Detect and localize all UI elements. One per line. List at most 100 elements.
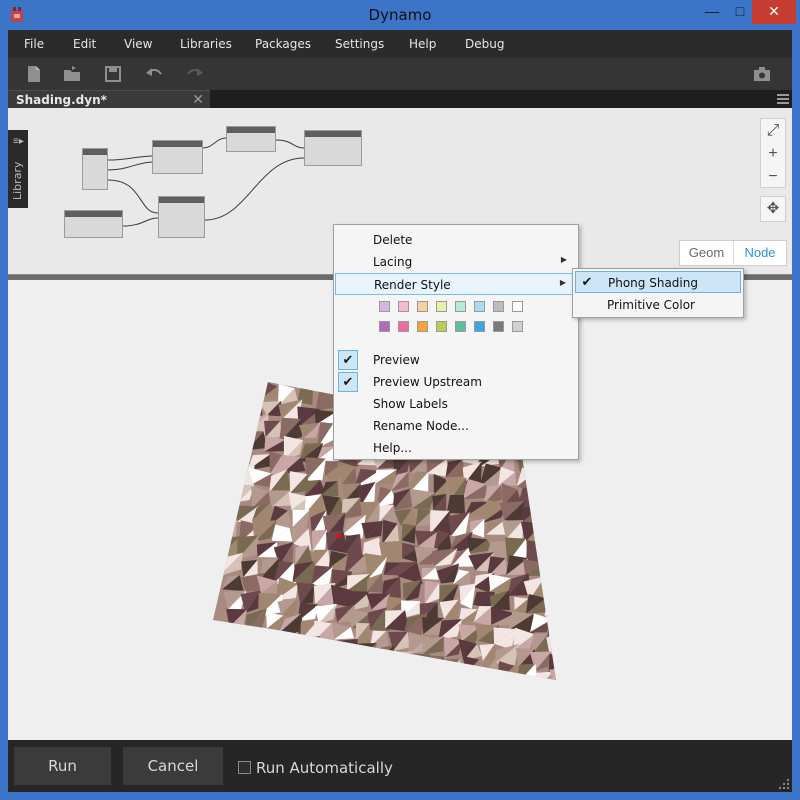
- minimize-button[interactable]: —: [698, 0, 726, 24]
- color-swatch[interactable]: [417, 321, 428, 332]
- save-icon[interactable]: [103, 64, 123, 84]
- undo-icon[interactable]: [144, 64, 164, 84]
- tab-menu-icon[interactable]: [776, 92, 790, 106]
- toolbar: [8, 58, 792, 90]
- color-swatch[interactable]: [379, 321, 390, 332]
- color-swatch[interactable]: [493, 301, 504, 312]
- terrain-facet: [555, 670, 556, 680]
- color-swatch[interactable]: [436, 321, 447, 332]
- terrain-facet: [574, 672, 589, 692]
- graph-node[interactable]: [152, 140, 203, 174]
- close-tab-icon[interactable]: ✕: [192, 91, 204, 108]
- color-swatch[interactable]: [512, 301, 523, 312]
- terrain-facet: [407, 670, 433, 680]
- redo-icon[interactable]: [185, 64, 205, 84]
- run-button[interactable]: Run: [14, 747, 111, 785]
- menu-item-label: Delete: [373, 233, 413, 247]
- cancel-button[interactable]: Cancel: [123, 747, 223, 785]
- menu-item-phong-shading[interactable]: ✔ Phong Shading: [575, 271, 741, 293]
- workspace[interactable]: ≡▸ Library ⤢ + − ✥ Geom Node Delete Laci…: [8, 108, 792, 740]
- terrain-facet: [301, 675, 323, 680]
- menu-item-show-labels[interactable]: Show Labels: [335, 393, 577, 415]
- menu-item-label: Help...: [373, 441, 412, 455]
- color-swatch[interactable]: [417, 301, 428, 312]
- menu-item-label: Lacing: [373, 255, 413, 269]
- color-swatch[interactable]: [474, 321, 485, 332]
- geom-view-button[interactable]: Geom: [680, 241, 734, 265]
- color-swatch[interactable]: [398, 301, 409, 312]
- terrain-facet: [356, 681, 377, 699]
- menu-item-label: Primitive Color: [607, 298, 695, 312]
- menu-item-delete[interactable]: Delete: [335, 229, 577, 251]
- terrain-facet: [351, 642, 377, 665]
- terrain-facet: [240, 383, 266, 398]
- menu-debug[interactable]: Debug: [465, 37, 504, 51]
- color-swatch[interactable]: [436, 301, 447, 312]
- terrain-facet: [302, 695, 323, 713]
- menu-settings[interactable]: Settings: [335, 37, 384, 51]
- menu-help[interactable]: Help: [409, 37, 436, 51]
- terrain-facet: [229, 661, 251, 680]
- menu-libraries[interactable]: Libraries: [180, 37, 232, 51]
- graph-node[interactable]: [304, 130, 362, 166]
- terrain-facet: [345, 695, 357, 716]
- color-swatch[interactable]: [379, 301, 390, 312]
- color-swatch[interactable]: [512, 321, 523, 332]
- color-swatch[interactable]: [474, 301, 485, 312]
- graph-node[interactable]: [64, 210, 123, 238]
- terrain-facet: [441, 658, 461, 677]
- resize-grip-icon[interactable]: [778, 778, 790, 790]
- zoom-fit-icon[interactable]: ⤢: [761, 119, 785, 142]
- graph-node[interactable]: [82, 148, 108, 190]
- title-bar[interactable]: Dynamo — □ ✕: [0, 0, 800, 30]
- color-swatch[interactable]: [455, 301, 466, 312]
- menu-item-rename-node[interactable]: Rename Node...: [335, 415, 577, 437]
- menu-item-render-style[interactable]: Render Style ▶: [335, 273, 577, 295]
- terrain-facet: [485, 678, 501, 680]
- color-swatch[interactable]: [398, 321, 409, 332]
- terrain-facet: [283, 631, 299, 650]
- menu-packages[interactable]: Packages: [255, 37, 311, 51]
- terrain-facet: [560, 497, 576, 510]
- close-window-button[interactable]: ✕: [752, 0, 796, 24]
- graph-node[interactable]: [158, 196, 205, 238]
- terrain-facet: [304, 635, 321, 654]
- menu-item-preview[interactable]: ✔ Preview: [335, 349, 577, 371]
- menu-item-help[interactable]: Help...: [335, 437, 577, 459]
- zoom-out-icon[interactable]: −: [761, 165, 785, 188]
- menu-item-label: Preview Upstream: [373, 375, 482, 389]
- open-file-icon[interactable]: [62, 64, 82, 84]
- terrain-facet: [544, 530, 556, 545]
- terrain-facet: [213, 407, 232, 429]
- new-file-icon[interactable]: [24, 64, 44, 84]
- terrain-facet: [448, 711, 466, 728]
- zoom-in-icon[interactable]: +: [761, 142, 785, 165]
- terrain-facet: [409, 653, 431, 671]
- terrain-facet: [301, 652, 320, 676]
- run-automatically-checkbox[interactable]: [238, 761, 251, 774]
- menu-item-primitive-color[interactable]: Primitive Color: [575, 294, 741, 316]
- pan-icon[interactable]: ✥: [760, 196, 786, 222]
- camera-icon[interactable]: [752, 64, 772, 84]
- terrain-facet: [563, 599, 585, 618]
- node-view-button[interactable]: Node: [734, 241, 786, 265]
- node-header: [83, 149, 107, 155]
- terrain-facet: [544, 600, 556, 617]
- color-swatch[interactable]: [493, 321, 504, 332]
- terrain-facet: [430, 656, 444, 676]
- terrain-facet: [574, 672, 589, 692]
- terrain-facet: [249, 645, 269, 664]
- menu-edit[interactable]: Edit: [73, 37, 96, 51]
- terrain-facet: [374, 644, 394, 667]
- terrain-facet: [392, 683, 416, 703]
- menu-view[interactable]: View: [124, 37, 152, 51]
- maximize-button[interactable]: □: [726, 0, 754, 24]
- menu-item-preview-upstream[interactable]: ✔ Preview Upstream: [335, 371, 577, 393]
- menu-item-lacing[interactable]: Lacing ▶: [335, 251, 577, 273]
- color-swatch[interactable]: [455, 321, 466, 332]
- check-icon: ✔: [581, 274, 593, 289]
- view-toggle: Geom Node: [679, 240, 787, 266]
- tab-shading[interactable]: Shading.dyn* ✕: [8, 90, 210, 108]
- menu-file[interactable]: File: [24, 37, 44, 51]
- graph-node[interactable]: [226, 126, 276, 152]
